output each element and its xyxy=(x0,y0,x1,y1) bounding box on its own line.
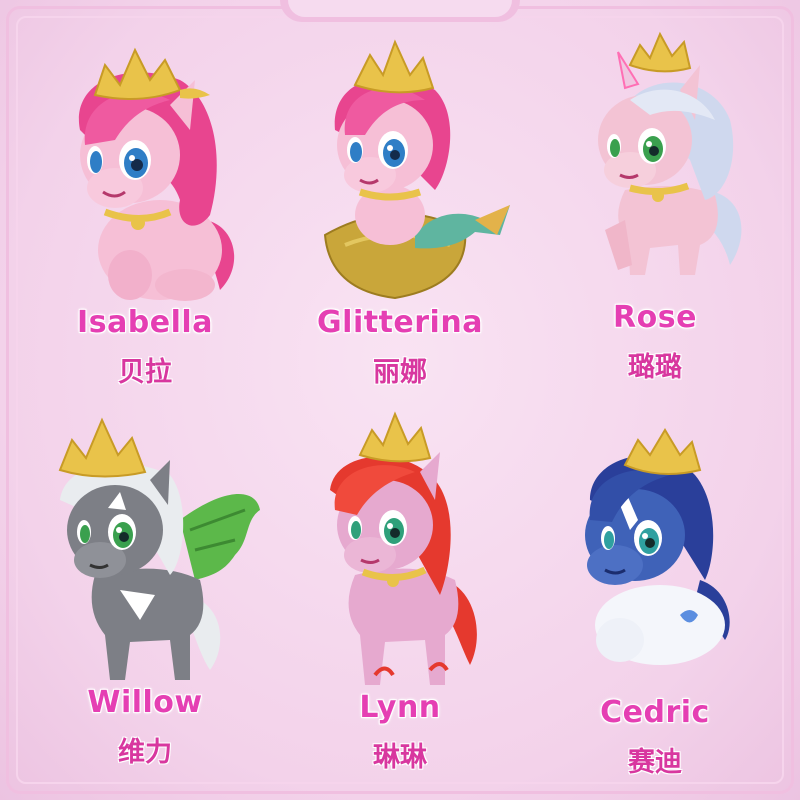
character-name-chinese: 赛迪 xyxy=(628,747,682,778)
glitterina-figure-image xyxy=(323,39,510,300)
rose-figure-image xyxy=(598,31,742,275)
page-background: Isabella 贝拉 Glitterina 丽娜 Rose 璐璐 Willow… xyxy=(0,0,800,800)
willow-figure-image xyxy=(58,417,260,680)
character-name-chinese: 维力 xyxy=(118,737,172,768)
character-card-willow[interactable]: Willow 维力 xyxy=(20,400,270,780)
character-card-cedric[interactable]: Cedric 赛迪 xyxy=(530,400,780,780)
isabella-figure-image xyxy=(78,47,235,301)
character-card-isabella[interactable]: Isabella 贝拉 xyxy=(20,20,270,400)
character-name: Glitterina xyxy=(317,305,483,340)
lynn-figure-image xyxy=(330,411,477,685)
character-name: Rose xyxy=(613,300,697,335)
character-name: Cedric xyxy=(600,695,710,730)
character-card-lynn[interactable]: Lynn 琳琳 xyxy=(275,400,525,780)
crown-icon xyxy=(623,428,702,475)
character-name: Isabella xyxy=(77,305,213,340)
crown-icon xyxy=(628,31,692,73)
crown-icon xyxy=(58,417,147,478)
character-name-chinese: 贝拉 xyxy=(118,357,172,388)
crown-icon xyxy=(353,39,435,94)
character-name-chinese: 丽娜 xyxy=(373,357,427,388)
crown-icon xyxy=(358,411,432,463)
character-name: Willow xyxy=(87,685,203,720)
top-ornament xyxy=(280,0,520,22)
character-name: Lynn xyxy=(359,690,441,725)
character-name-chinese: 璐璐 xyxy=(628,352,682,383)
character-card-rose[interactable]: Rose 璐璐 xyxy=(530,20,780,400)
cedric-figure-image xyxy=(585,428,730,665)
character-card-glitterina[interactable]: Glitterina 丽娜 xyxy=(275,20,525,400)
character-name-chinese: 琳琳 xyxy=(373,742,427,773)
